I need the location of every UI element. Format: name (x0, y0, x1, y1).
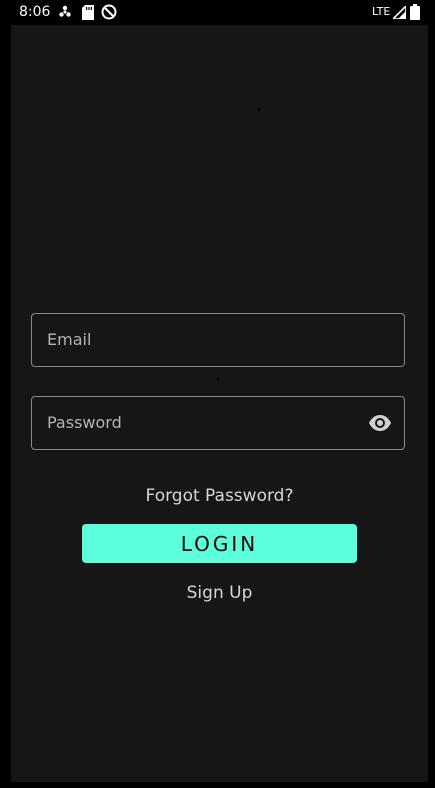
do-not-disturb-icon (101, 4, 117, 20)
login-screen: Email Password Forgot Password? LOGIN Si… (11, 25, 428, 782)
sign-up-link[interactable]: Sign Up (11, 582, 428, 604)
fan-icon (57, 4, 73, 20)
status-time: 8:06 (19, 4, 51, 20)
email-field[interactable]: Email (31, 313, 405, 367)
decorative-dot (258, 108, 261, 111)
battery-icon (407, 4, 423, 20)
eye-icon[interactable] (368, 413, 392, 433)
email-placeholder: Email (47, 330, 92, 349)
login-button[interactable]: LOGIN (82, 524, 357, 563)
password-field[interactable]: Password (31, 396, 405, 450)
network-type: LTE (372, 5, 391, 18)
signal-icon (391, 4, 407, 20)
decorative-dot (217, 378, 219, 380)
forgot-password-link[interactable]: Forgot Password? (11, 485, 428, 507)
sd-card-icon (80, 4, 96, 20)
screen: 8:06 LTE Email Password Forgot Password?… (0, 0, 435, 788)
status-bar: 8:06 LTE (0, 0, 435, 24)
password-placeholder: Password (47, 413, 122, 432)
